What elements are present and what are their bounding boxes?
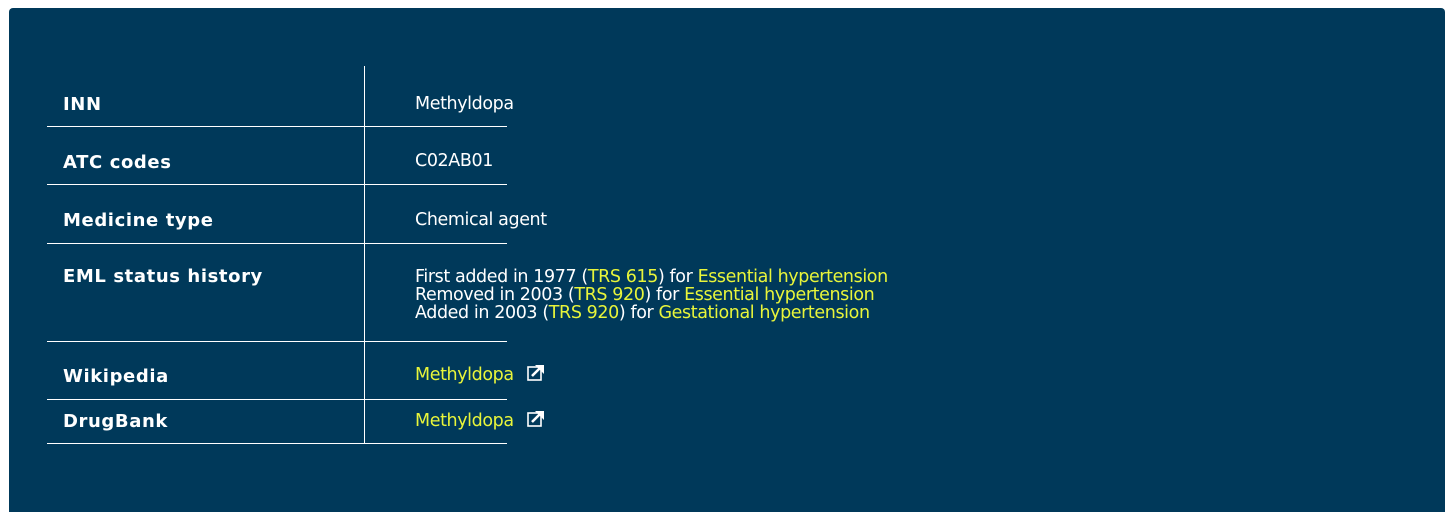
external-link-icon[interactable] <box>527 364 545 386</box>
medicine-info-table: INN Methyldopa ATC codes C02AB01 Medicin… <box>47 66 888 444</box>
table-row-drugbank: DrugBank Methyldopa <box>47 400 544 444</box>
indication-link[interactable]: Gestational hypertension <box>659 303 871 323</box>
drugbank-link[interactable]: Methyldopa <box>415 411 514 431</box>
medicine-type-value: Chemical agent <box>415 210 547 230</box>
row-label-inn: INN <box>63 94 102 115</box>
table-row-wikipedia: Wikipedia Methyldopa <box>47 342 544 400</box>
trs-link[interactable]: TRS 615 <box>588 267 659 287</box>
row-label-cell: INN <box>47 66 365 126</box>
row-label-wikipedia: Wikipedia <box>63 366 169 387</box>
drugbank-link-cell: Methyldopa <box>415 410 545 432</box>
row-label-medicine-type: Medicine type <box>63 210 214 231</box>
eml-status-entry: Removed in 2003 (TRS 920) for Essential … <box>415 285 875 305</box>
eml-status-history-list: First added in 1977 (TRS 615) for Essent… <box>415 268 888 322</box>
atc-code-value: C02AB01 <box>415 151 493 171</box>
row-label-drugbank: DrugBank <box>63 411 168 432</box>
trs-link[interactable]: TRS 920 <box>549 303 620 323</box>
row-label-cell: DrugBank <box>47 400 365 443</box>
table-row-inn: INN Methyldopa <box>47 66 514 127</box>
medicine-info-panel: INN Methyldopa ATC codes C02AB01 Medicin… <box>9 8 1445 512</box>
row-label-cell: EML status history <box>47 244 365 341</box>
row-label-eml-status-history: EML status history <box>63 266 263 287</box>
table-row-eml-status-history: EML status history First added in 1977 (… <box>47 244 888 342</box>
row-label-cell: ATC codes <box>47 127 365 184</box>
eml-status-entry: Added in 2003 (TRS 920) for Gestational … <box>415 303 871 323</box>
inn-value: Methyldopa <box>415 94 514 114</box>
row-label-cell: Wikipedia <box>47 342 365 399</box>
external-link-icon[interactable] <box>527 410 545 432</box>
row-label-cell: Medicine type <box>47 185 365 243</box>
indication-link[interactable]: Essential hypertension <box>698 267 889 287</box>
table-row-medicine-type: Medicine type Chemical agent <box>47 185 547 244</box>
indication-link[interactable]: Essential hypertension <box>684 285 875 305</box>
row-label-atc-codes: ATC codes <box>63 152 172 173</box>
table-row-atc-codes: ATC codes C02AB01 <box>47 127 507 185</box>
eml-status-entry: First added in 1977 (TRS 615) for Essent… <box>415 267 889 287</box>
wikipedia-link-cell: Methyldopa <box>415 364 545 386</box>
trs-link[interactable]: TRS 920 <box>574 285 645 305</box>
wikipedia-link[interactable]: Methyldopa <box>415 365 514 385</box>
